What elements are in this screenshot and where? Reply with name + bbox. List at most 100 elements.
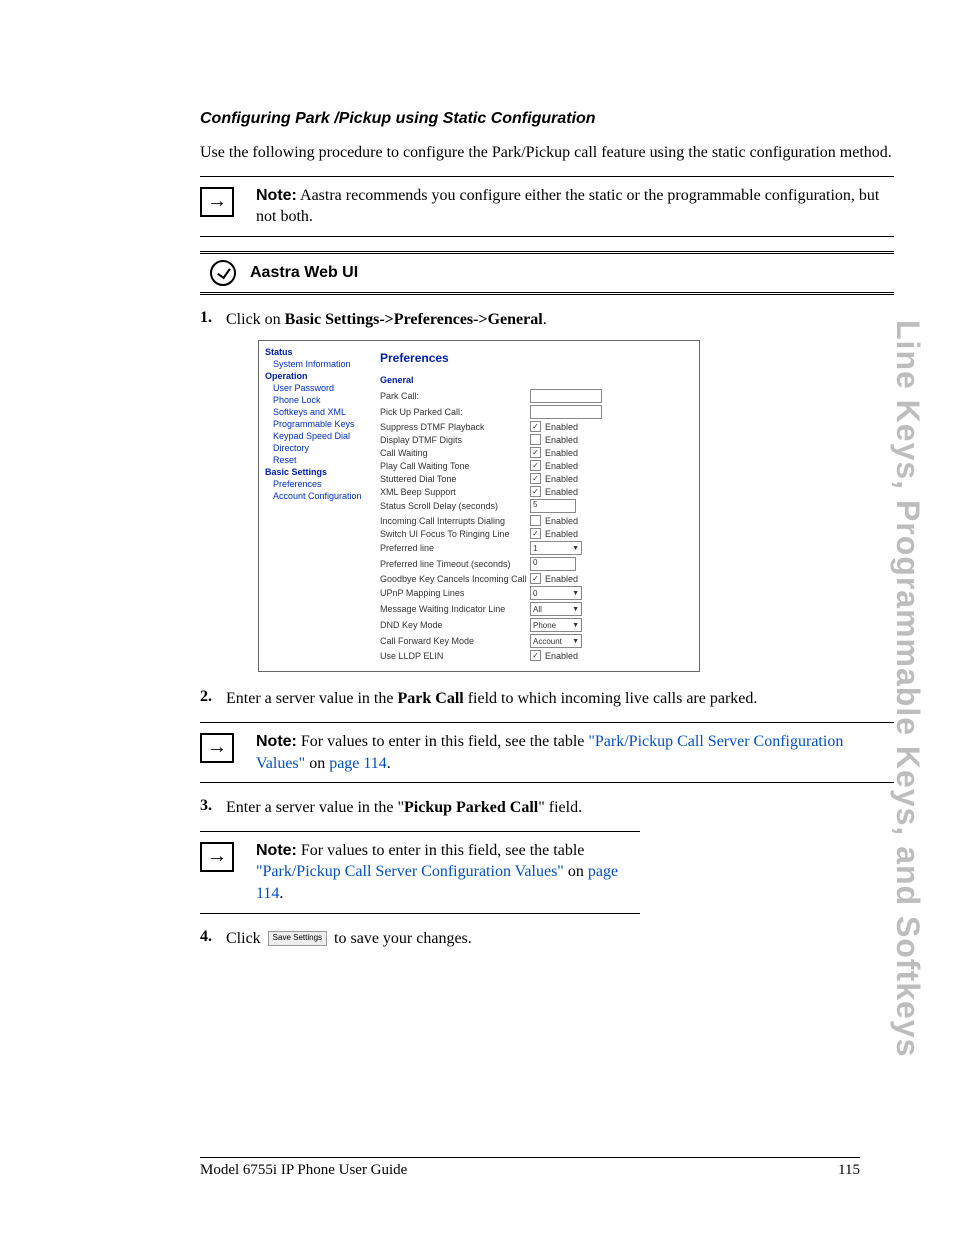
checkbox[interactable] (530, 515, 541, 526)
checkbox[interactable]: ✓ (530, 473, 541, 484)
checkbox-label: Enabled (545, 487, 578, 497)
pref-row: Stuttered Dial Tone✓Enabled (380, 473, 693, 484)
pref-control: ✓ Enabled (530, 573, 693, 584)
pref-row: Call Waiting✓Enabled (380, 447, 693, 458)
select-input[interactable]: 0▼ (530, 586, 582, 600)
pref-control: 0 (530, 557, 693, 571)
chevron-down-icon: ▼ (572, 545, 579, 552)
checkbox-label: Enabled (545, 516, 578, 526)
pref-label: UPnP Mapping Lines (380, 588, 530, 598)
checkbox-label: Enabled (545, 461, 578, 471)
nav-item[interactable]: Account Configuration (273, 491, 370, 501)
checkbox[interactable]: ✓ (530, 421, 541, 432)
nav-item[interactable]: Directory (273, 443, 370, 453)
nav-item[interactable]: Phone Lock (273, 395, 370, 405)
checkbox[interactable]: ✓ (530, 650, 541, 661)
pref-label: Preferred line Timeout (seconds) (380, 559, 530, 569)
pref-row: Message Waiting Indicator LineAll▼ (380, 602, 693, 616)
nav-header-operation: Operation (265, 371, 370, 381)
checkbox-label: Enabled (545, 422, 578, 432)
checkbox-label: Enabled (545, 529, 578, 539)
pref-row: Play Call Waiting Tone✓ Enabled (380, 460, 693, 471)
side-chapter-title: Line Keys, Programmable Keys, and Softke… (889, 320, 926, 1057)
pref-control: ✓ Enabled (530, 460, 693, 471)
nav-item[interactable]: User Password (273, 383, 370, 393)
nav-item[interactable]: Keypad Speed Dial (273, 431, 370, 441)
webui-header: Aastra Web UI (200, 251, 894, 295)
nav-item[interactable]: Programmable Keys (273, 419, 370, 429)
pref-label: Incoming Call Interrupts Dialing (380, 516, 530, 526)
pref-label: Play Call Waiting Tone (380, 461, 530, 471)
pref-label: Status Scroll Delay (seconds) (380, 501, 530, 511)
pref-label: Park Call: (380, 391, 530, 401)
step-3: 3. Enter a server value in the "Pickup P… (200, 797, 894, 819)
pref-label: Goodbye Key Cancels Incoming Call (380, 574, 530, 584)
checkbox[interactable]: ✓ (530, 528, 541, 539)
checkbox[interactable]: ✓ (530, 486, 541, 497)
preferences-screenshot: Status System Information Operation User… (258, 340, 700, 672)
text-input[interactable]: 0 (530, 557, 576, 571)
pref-control: Account▼ (530, 634, 693, 648)
note-3-text: Note: For values to enter in this field,… (256, 840, 640, 905)
step-1: 1. Click on Basic Settings->Preferences-… (200, 309, 894, 331)
pref-row: Suppress DTMF Playback✓Enabled (380, 421, 693, 432)
pref-row: Status Scroll Delay (seconds)5 (380, 499, 693, 513)
checkbox-label: Enabled (545, 651, 578, 661)
arrow-right-icon: → (200, 842, 234, 872)
arrow-right-icon: → (200, 733, 234, 763)
select-input[interactable]: 1▼ (530, 541, 582, 555)
save-settings-button[interactable]: Save Settings (268, 931, 327, 946)
nav-header-basic: Basic Settings (265, 467, 370, 477)
note-label: Note: (256, 842, 297, 859)
pref-label: Use LLDP ELIN (380, 651, 530, 661)
footer-page-number: 115 (838, 1162, 860, 1179)
nav-item[interactable]: Preferences (273, 479, 370, 489)
note-block-3: → Note: For values to enter in this fiel… (200, 831, 640, 914)
nav-item[interactable]: System Information (273, 359, 370, 369)
step-number: 3. (200, 797, 226, 819)
checkbox-label: Enabled (545, 435, 578, 445)
select-input[interactable]: Phone▼ (530, 618, 582, 632)
pref-row: Park Call: (380, 389, 693, 403)
section-heading: Configuring Park /Pickup using Static Co… (200, 110, 894, 128)
preferences-panel: Preferences General Park Call:Pick Up Pa… (374, 341, 699, 671)
select-input[interactable]: All▼ (530, 602, 582, 616)
checkbox[interactable]: ✓ (530, 460, 541, 471)
pref-control: ✓Enabled (530, 447, 693, 458)
nav-item[interactable]: Reset (273, 455, 370, 465)
checkbox[interactable]: ✓ (530, 573, 541, 584)
pref-row: Preferred line1▼ (380, 541, 693, 555)
pref-row: Use LLDP ELIN✓ Enabled (380, 650, 693, 661)
checkbox[interactable] (530, 434, 541, 445)
pref-control: Phone▼ (530, 618, 693, 632)
step-number: 1. (200, 309, 226, 331)
text-input[interactable] (530, 389, 602, 403)
note-block-2: → Note: For values to enter in this fiel… (200, 722, 894, 783)
chevron-down-icon: ▼ (572, 638, 579, 645)
pref-control (530, 389, 693, 403)
pref-control: 1▼ (530, 541, 693, 555)
intro-paragraph: Use the following procedure to configure… (200, 142, 894, 164)
link-park-pickup-values[interactable]: "Park/Pickup Call Server Configuration V… (256, 863, 564, 880)
pref-row: Display DTMF DigitsEnabled (380, 434, 693, 445)
checkbox-label: Enabled (545, 574, 578, 584)
step-number: 2. (200, 688, 226, 710)
text-input[interactable] (530, 405, 602, 419)
pref-row: Goodbye Key Cancels Incoming Call✓ Enable… (380, 573, 693, 584)
checkbox[interactable]: ✓ (530, 447, 541, 458)
pref-control (530, 405, 693, 419)
nav-item[interactable]: Softkeys and XML (273, 407, 370, 417)
link-page-114[interactable]: page 114 (329, 755, 387, 772)
pref-control: All▼ (530, 602, 693, 616)
pref-row: Preferred line Timeout (seconds)0 (380, 557, 693, 571)
step-number: 4. (200, 928, 226, 950)
pref-row: Call Forward Key ModeAccount▼ (380, 634, 693, 648)
pref-label: Preferred line (380, 543, 530, 553)
pref-label: Call Waiting (380, 448, 530, 458)
pref-control: Enabled (530, 515, 693, 526)
panel-subtitle: General (380, 375, 693, 385)
text-input[interactable]: 5 (530, 499, 576, 513)
select-input[interactable]: Account▼ (530, 634, 582, 648)
pref-row: UPnP Mapping Lines0▼ (380, 586, 693, 600)
pref-row: DND Key ModePhone▼ (380, 618, 693, 632)
